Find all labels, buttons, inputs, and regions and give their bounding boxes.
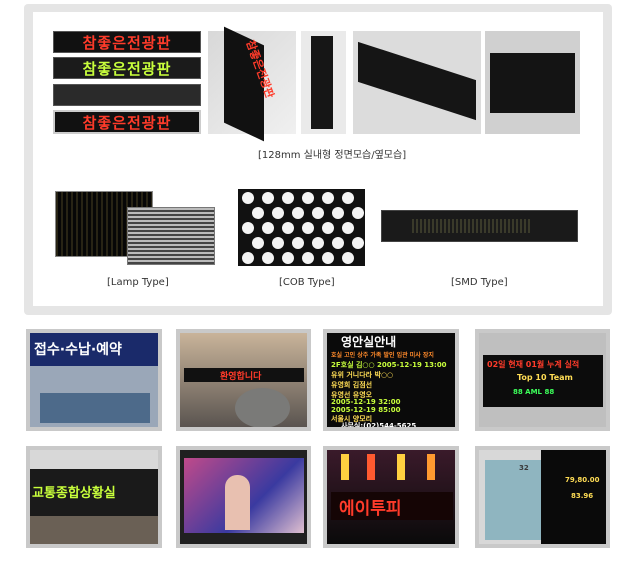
photo-mortuary-board: 영안실안내 호실 고인 상주 가족 발인 입관 미사 장지 2F호실 김○○ 2… xyxy=(323,329,459,431)
mortuary-line-4: 유영희 김점선 xyxy=(331,381,373,389)
sign-angle-photo: 참좋은전광판 xyxy=(208,26,296,142)
sign-back-photo-2 xyxy=(485,31,580,134)
photo-traffic-text: 교통종합상황실 xyxy=(32,486,116,501)
led-sign-2: 참좋은전광판 xyxy=(53,57,201,79)
led-sign-2-text: 참좋은전광판 xyxy=(82,59,172,78)
sales-board-line-2: Top 10 Team xyxy=(517,373,573,382)
product-panel-inner: 참좋은전광판 참좋은전광판 참좋은전광판 참좋은전광판 [128mm 실내형 정… xyxy=(33,12,603,306)
photo-lobby: 환영합니다 xyxy=(176,329,311,431)
mortuary-line-7: 2005-12-19 85:00 xyxy=(331,406,401,414)
stock-line-2: 79,80.00 xyxy=(565,476,600,484)
mortuary-line-2: 2F호실 김○○ 2005-12-19 13:00 xyxy=(331,361,447,369)
sales-board-line-1: 02일 현재 01월 누계 실적 xyxy=(487,360,580,369)
sign-back-photo-1 xyxy=(353,31,481,134)
sign-side-photo xyxy=(301,31,346,134)
mortuary-line-3: 유위 거니다라 박○○ xyxy=(331,371,394,379)
photo-video-screen xyxy=(176,446,311,548)
led-sign-1: 참좋은전광판 xyxy=(53,31,201,53)
mortuary-board-title: 영안실안내 xyxy=(341,335,397,349)
photo-lobby-text: 환영합니다 xyxy=(220,372,262,382)
photo-storefront-text: 에이투피 xyxy=(339,499,402,519)
caption-smd: [SMD Type] xyxy=(451,277,508,288)
stock-line-3: 83.96 xyxy=(571,492,594,500)
led-sign-4-text: 참좋은전광판 xyxy=(82,113,172,132)
caption-128mm: [128mm 실내형 정면모습/옆모습] xyxy=(258,150,407,161)
cob-dot-grid xyxy=(242,192,364,264)
photo-traffic-center: 교통종합상황실 xyxy=(26,446,162,548)
photo-storefront: 에이투피 xyxy=(323,446,459,548)
smd-type-module xyxy=(381,210,578,242)
caption-cob: [COB Type] xyxy=(279,277,335,288)
stock-line-1: 32 xyxy=(519,464,529,472)
photo-reception: 접수·수납·예약 xyxy=(26,329,162,431)
product-panel: 참좋은전광판 참좋은전광판 참좋은전광판 참좋은전광판 [128mm 실내형 정… xyxy=(24,4,612,315)
caption-lamp: [Lamp Type] xyxy=(107,277,169,288)
cob-type-module xyxy=(238,189,365,266)
photo-sales-board: 02일 현재 01월 누계 실적 Top 10 Team 88 AML 88 xyxy=(475,329,610,431)
led-sign-3 xyxy=(53,84,201,106)
photo-stock-board: 32 79,80.00 83.96 xyxy=(475,446,610,548)
lamp-type-module xyxy=(55,189,215,265)
mortuary-board-footer: 사무실:(02)544-5625 xyxy=(341,422,417,430)
led-sign-4: 참좋은전광판 xyxy=(53,110,201,134)
sales-board-line-3: 88 AML 88 xyxy=(513,388,555,396)
mortuary-line-1: 호실 고인 상주 가족 발인 입관 미사 장지 xyxy=(331,352,434,359)
led-sign-1-text: 참좋은전광판 xyxy=(82,33,172,52)
photo-reception-text: 접수·수납·예약 xyxy=(34,342,122,358)
mortuary-line-6: 2005-12-19 32:00 xyxy=(331,398,401,406)
